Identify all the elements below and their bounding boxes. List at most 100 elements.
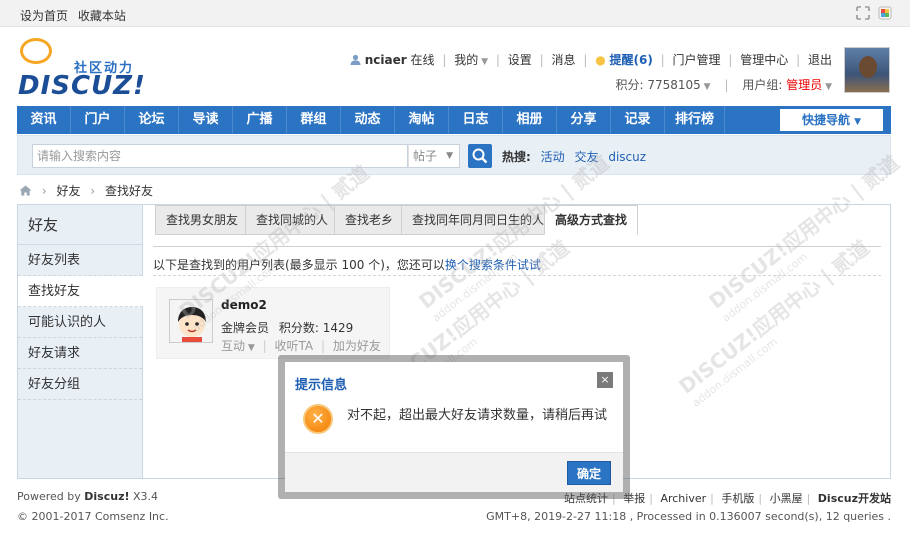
avatar-face: [859, 56, 877, 78]
alert-dialog: 提示信息 × ✕ 对不起，超出最大好友请求数量，请稍后再试 确定: [285, 362, 623, 492]
top-links: 设为首页 收藏本站: [20, 7, 132, 24]
messages-link[interactable]: 消息: [551, 53, 575, 67]
search-icon: [472, 148, 488, 164]
nav-item-portal[interactable]: 门户: [71, 106, 125, 134]
add-friend-link[interactable]: 加为好友: [333, 339, 381, 353]
change-criteria-link[interactable]: 换个搜索条件试试: [445, 258, 541, 272]
sidebar: 好友 好友列表 查找好友 可能认识的人 好友请求 好友分组: [18, 205, 143, 478]
tab-find-partner[interactable]: 查找男女朋友: [155, 205, 250, 235]
home-icon[interactable]: [19, 185, 32, 196]
user-card-name[interactable]: demo2: [221, 298, 267, 312]
hot-term[interactable]: discuz: [608, 150, 646, 164]
tab-same-city[interactable]: 查找同城的人: [245, 205, 340, 235]
nav-item-record[interactable]: 记录: [611, 106, 665, 134]
divider: [153, 275, 881, 276]
quick-nav-button[interactable]: 快捷导航 ▼: [780, 109, 883, 131]
sidebar-item-friend-groups[interactable]: 好友分组: [18, 369, 142, 400]
username-link[interactable]: nciaer: [365, 53, 407, 67]
admin-center-link[interactable]: 管理中心: [740, 53, 788, 67]
caret-down-icon: ▼: [854, 117, 862, 127]
discuz-link[interactable]: Discuz!: [84, 490, 129, 503]
interact-menu[interactable]: 互动: [221, 339, 245, 353]
fullscreen-icon[interactable]: [856, 6, 870, 20]
sidebar-item-friend-list[interactable]: 好友列表: [18, 245, 142, 276]
dialog-title: 提示信息: [295, 378, 348, 393]
bulb-icon: ●: [595, 53, 606, 67]
footer-link-archiver[interactable]: Archiver: [660, 492, 706, 505]
nav-item-forum[interactable]: 论坛: [125, 106, 179, 134]
my-menu[interactable]: 我的: [454, 53, 478, 67]
search-button[interactable]: [468, 144, 492, 168]
user-card-actions: 互动 ▼ | 收听TA | 加为好友: [221, 339, 381, 353]
tab-advanced[interactable]: 高级方式查找: [544, 205, 639, 235]
hot-term[interactable]: 活动: [541, 150, 565, 164]
user-card-rank: 金牌会员: [221, 321, 270, 335]
nav-item-news[interactable]: 资讯: [17, 106, 71, 134]
breadcrumb: › 好友 › 查找好友: [19, 182, 153, 199]
default-avatar-icon: [170, 300, 212, 342]
result-note: 以下是查找到的用户列表(最多显示 100 个)，您还可以换个搜索条件试试: [153, 256, 541, 273]
nav-item-blog[interactable]: 日志: [449, 106, 503, 134]
nav-item-share[interactable]: 分享: [557, 106, 611, 134]
nav-item-ranking[interactable]: 排行榜: [665, 106, 725, 134]
confirm-button[interactable]: 确定: [567, 461, 611, 485]
close-icon[interactable]: ×: [597, 372, 613, 388]
usergroup-label: 用户组:: [742, 78, 783, 92]
hot-searches: 热搜: 活动 交友 discuz: [502, 148, 646, 165]
tab-underline: [153, 246, 881, 247]
nav-item-broadcast[interactable]: 广播: [233, 106, 287, 134]
breadcrumb-item[interactable]: 好友: [56, 184, 80, 198]
search-type-select[interactable]: 帖子 ▼: [408, 144, 460, 168]
user-menu: nciaer 在线 | 我的 ▼ | 设置 | 消息 | ● 提醒(6) | 门…: [350, 51, 832, 68]
hot-term[interactable]: 交友: [574, 150, 598, 164]
top-bar: 设为首页 收藏本站: [0, 0, 910, 27]
nav-item-guide[interactable]: 导读: [179, 106, 233, 134]
user-icon: [350, 54, 361, 65]
user-card-avatar[interactable]: [169, 299, 213, 343]
processing-stats: GMT+8, 2019-2-27 11:18 , Processed in 0.…: [486, 510, 891, 523]
user-stats: 积分: 7758105 ▼ | 用户组: 管理员 ▼: [615, 78, 833, 92]
theme-icon[interactable]: [878, 6, 892, 20]
footer-link-blackroom[interactable]: 小黑屋: [770, 492, 803, 505]
chevron-down-icon: ▼: [245, 343, 255, 353]
user-avatar[interactable]: [844, 47, 890, 93]
dialog-header: 提示信息 ×: [285, 362, 623, 396]
follow-link[interactable]: 收听TA: [275, 339, 314, 353]
user-card-points: 积分数: 1429: [278, 321, 354, 335]
breadcrumb-item[interactable]: 查找好友: [105, 184, 153, 198]
footer-link-mobile[interactable]: 手机版: [721, 492, 754, 505]
quick-nav-label: 快捷导航: [801, 113, 850, 127]
top-right-icons: [856, 6, 892, 20]
chevron-down-icon: ▼: [822, 82, 832, 92]
copyright: © 2001-2017 Comsenz Inc.: [17, 510, 169, 523]
points-link[interactable]: 积分: 7758105: [616, 78, 701, 92]
bookmark-link[interactable]: 收藏本站: [78, 9, 126, 23]
nav-item-groups[interactable]: 群组: [287, 106, 341, 134]
set-home-link[interactable]: 设为首页: [20, 9, 68, 23]
footer-link-dev-site[interactable]: Discuz开发站: [818, 492, 891, 505]
error-icon: ✕: [303, 404, 333, 434]
nav-item-collection[interactable]: 淘帖: [395, 106, 449, 134]
main-nav: 资讯 门户 论坛 导读 广播 群组 动态 淘帖 日志 相册 分享 记录 排行榜 …: [17, 106, 891, 134]
result-note-text: 以下是查找到的用户列表(最多显示 100 个)，您还可以: [153, 258, 445, 272]
dialog-footer: 确定: [285, 452, 623, 492]
site-logo[interactable]: 社区动力 DISCUZ!: [18, 38, 148, 101]
sidebar-item-may-know[interactable]: 可能认识的人: [18, 307, 142, 338]
search-input[interactable]: 请输入搜索内容: [32, 144, 408, 168]
nav-item-feed[interactable]: 动态: [341, 106, 395, 134]
powered-by: Powered by Discuz! X3.4: [17, 490, 159, 503]
sidebar-title: 好友: [18, 205, 142, 245]
search-type-value: 帖子: [413, 149, 438, 163]
reminders-link[interactable]: 提醒(6): [610, 53, 653, 67]
usergroup-value[interactable]: 管理员: [786, 78, 822, 92]
logout-link[interactable]: 退出: [808, 53, 832, 67]
logo-bubble-icon: [20, 38, 52, 64]
settings-link[interactable]: 设置: [508, 53, 532, 67]
hot-label: 热搜:: [502, 150, 531, 164]
tab-same-birthday[interactable]: 查找同年同月同日生的人: [401, 205, 556, 235]
sidebar-item-find-friends[interactable]: 查找好友: [18, 276, 143, 307]
sidebar-item-friend-requests[interactable]: 好友请求: [18, 338, 142, 369]
portal-admin-link[interactable]: 门户管理: [673, 53, 721, 67]
nav-item-album[interactable]: 相册: [503, 106, 557, 134]
tab-hometown[interactable]: 查找老乡: [334, 205, 405, 235]
